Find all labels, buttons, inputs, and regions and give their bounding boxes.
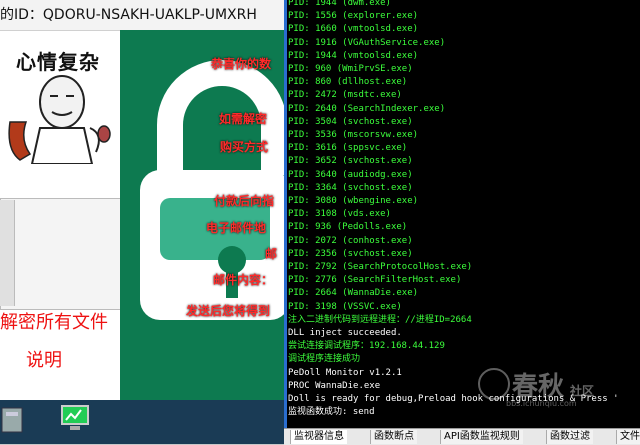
console-line: PID: 3504 (svchost.exe) [288, 116, 413, 127]
console-line: Doll is ready for debug,Preload hook con… [288, 394, 619, 404]
console-line: PID: 3536 (mscorsvw.exe) [288, 130, 419, 140]
ransom-window: 的ID：QDORU-NSAKH-UAKLP-UMXRH 心情复杂 解密所有文件 … [0, 0, 284, 400]
console-line: PID: 3616 (sppsvc.exe) [288, 143, 408, 154]
padlock-icon [140, 60, 284, 320]
console-line: PID: 1944 (vmtoolsd.exe) [288, 50, 419, 61]
console-line: PID: 1660 (vmtoolsd.exe) [288, 24, 419, 35]
victim-id-label: 的ID：QDORU-NSAKH-UAKLP-UMXRH [0, 0, 284, 31]
lock-text-4: 付款后向指 [214, 194, 275, 208]
console-line: 监视函数成功: send [288, 407, 375, 418]
console-line: PID: 860 (dllhost.exe) [288, 77, 408, 88]
lock-text-2: 如需解密 [219, 112, 268, 126]
lock-text-5: 电子邮件地 [206, 221, 267, 235]
message-scrollbar[interactable] [0, 200, 15, 306]
taskbar [0, 400, 284, 444]
tab-monitor-info[interactable]: 监视器信息 [290, 430, 347, 444]
console-line: PID: 2472 (msdtc.exe) [288, 90, 402, 101]
lock-text-7: 邮件内容： [213, 273, 274, 287]
tab-function-breakpoint[interactable]: 函数断点 [370, 430, 417, 444]
console-line: PID: 2356 (svchost.exe) [288, 248, 413, 259]
console-line: PID: 3198 (VSSVC.exe) [288, 301, 402, 312]
console-line: PID: 2776 (SearchFilterHost.exe) [288, 275, 462, 286]
console-line: PID: 3364 (svchost.exe) [288, 182, 413, 193]
console-line: DLL inject succeeded. [288, 328, 402, 338]
console-line: 尝试连接调试程序：192.168.44.129 [288, 341, 445, 352]
console-line: PROC WannaDie.exe [288, 380, 381, 391]
lock-text-1: 恭喜你的数 [211, 57, 272, 71]
console-line: PID: 960 (WmiPrvSE.exe) [288, 64, 413, 74]
console-line: 调试程序连接成功 [288, 354, 361, 365]
message-panel[interactable] [0, 198, 122, 310]
console-line: PID: 2072 (conhost.exe) [288, 235, 413, 246]
console-line: PID: 3640 (audiodg.exe) [288, 169, 413, 180]
console-line: PID: 936 (Pedolls.exe) [288, 222, 408, 233]
console-line: PID: 3652 (svchost.exe) [288, 156, 413, 167]
console-line: PID: 3108 (vds.exe) [288, 209, 391, 220]
tab-file[interactable]: 文件 [616, 430, 640, 444]
tab-function-filter[interactable]: 函数过滤 [546, 430, 593, 444]
console-line: PID: 3080 (wbengine.exe) [288, 196, 419, 206]
console-line: 注入二进制代码到远程进程：//进程ID=2664 [288, 314, 472, 325]
console-line: PID: 1556 (explorer.exe) [288, 11, 419, 22]
drive-icon[interactable] [0, 404, 26, 434]
lock-text-6: 邮 [265, 247, 278, 261]
meme-caption: 心情复杂 [16, 50, 100, 74]
monitor-icon[interactable] [56, 404, 96, 434]
console-line: PID: 1916 (VGAuthService.exe) [288, 37, 446, 48]
lock-text-8: 发送后您将得到 [186, 304, 271, 318]
instructions-link[interactable]: 说明 [26, 346, 62, 372]
decrypt-all-files-text: 解密所有文件 [0, 312, 108, 333]
console-line: PID: 2664 (WannaDie.exe) [288, 288, 419, 299]
console-line: PeDoll Monitor v1.2.1 [288, 367, 402, 378]
lock-text-3: 购买方式 [220, 140, 269, 154]
tab-api-monitor-rules[interactable]: API函数监视规则 [440, 430, 523, 444]
console-line: PID: 2792 (SearchProtocolHost.exe) [288, 262, 473, 272]
console-line: PID: 2640 (SearchIndexer.exe) [288, 103, 446, 114]
meme-face-icon [8, 75, 111, 164]
